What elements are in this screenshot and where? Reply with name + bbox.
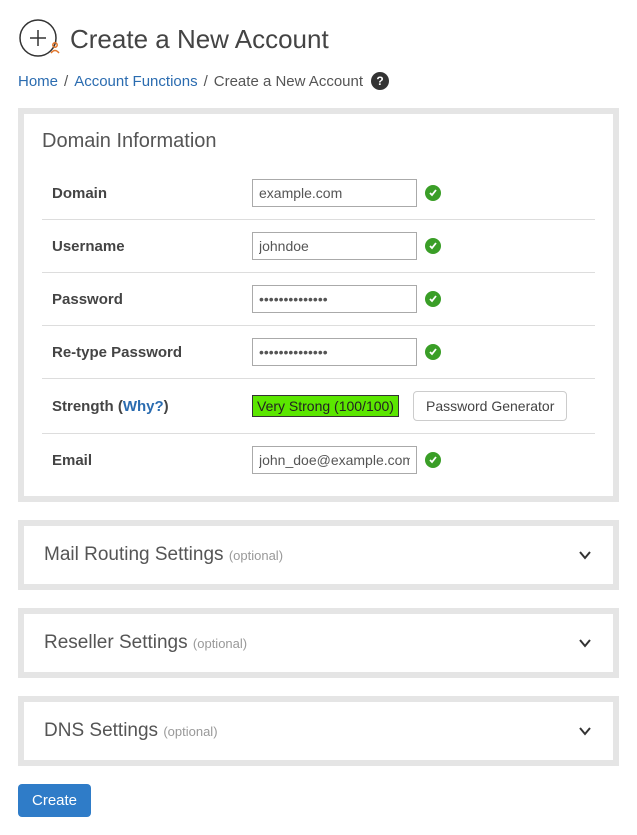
retype-password-label: Re-type Password	[42, 344, 252, 361]
valid-check-icon	[425, 185, 441, 201]
page-title: Create a New Account	[70, 24, 329, 55]
optional-label: (optional)	[229, 548, 283, 563]
chevron-down-icon	[577, 635, 593, 651]
breadcrumb-home[interactable]: Home	[18, 73, 58, 90]
strength-label: Strength (Why?)	[42, 398, 252, 415]
password-row: Password	[42, 273, 595, 326]
valid-check-icon	[425, 238, 441, 254]
dns-settings-toggle[interactable]: DNS Settings (optional)	[24, 702, 613, 760]
valid-check-icon	[425, 344, 441, 360]
optional-label: (optional)	[163, 724, 217, 739]
domain-info-heading: Domain Information	[42, 130, 595, 153]
create-button[interactable]: Create	[18, 784, 91, 817]
dns-settings-panel: DNS Settings (optional)	[18, 696, 619, 766]
dns-title: DNS Settings	[44, 720, 158, 741]
optional-label: (optional)	[193, 636, 247, 651]
password-generator-button[interactable]: Password Generator	[413, 391, 567, 421]
retype-password-row: Re-type Password	[42, 326, 595, 379]
add-account-icon	[18, 18, 60, 60]
strength-why-link[interactable]: Why?	[123, 398, 164, 415]
breadcrumb-sep: /	[64, 73, 68, 90]
domain-information-panel: Domain Information Domain Username Passw…	[18, 108, 619, 502]
username-label: Username	[42, 238, 252, 255]
username-row: Username	[42, 220, 595, 273]
retype-password-input[interactable]	[252, 338, 417, 366]
email-row: Email	[42, 434, 595, 486]
email-label: Email	[42, 452, 252, 469]
domain-input[interactable]	[252, 179, 417, 207]
valid-check-icon	[425, 452, 441, 468]
password-label: Password	[42, 291, 252, 308]
breadcrumb: Home / Account Functions / Create a New …	[18, 72, 619, 90]
reseller-title: Reseller Settings	[44, 632, 188, 653]
breadcrumb-account-functions[interactable]: Account Functions	[74, 73, 197, 90]
valid-check-icon	[425, 291, 441, 307]
chevron-down-icon	[577, 723, 593, 739]
username-input[interactable]	[252, 232, 417, 260]
mail-routing-title: Mail Routing Settings	[44, 544, 224, 565]
domain-label: Domain	[42, 185, 252, 202]
mail-routing-toggle[interactable]: Mail Routing Settings (optional)	[24, 526, 613, 584]
reseller-settings-panel: Reseller Settings (optional)	[18, 608, 619, 678]
domain-row: Domain	[42, 167, 595, 220]
mail-routing-panel: Mail Routing Settings (optional)	[18, 520, 619, 590]
strength-row: Strength (Why?) Very Strong (100/100) Pa…	[42, 379, 595, 434]
chevron-down-icon	[577, 547, 593, 563]
reseller-settings-toggle[interactable]: Reseller Settings (optional)	[24, 614, 613, 672]
email-input[interactable]	[252, 446, 417, 474]
strength-indicator: Very Strong (100/100)	[252, 395, 399, 417]
password-input[interactable]	[252, 285, 417, 313]
breadcrumb-sep: /	[204, 73, 208, 90]
breadcrumb-current: Create a New Account	[214, 73, 363, 90]
help-icon[interactable]: ?	[371, 72, 389, 90]
